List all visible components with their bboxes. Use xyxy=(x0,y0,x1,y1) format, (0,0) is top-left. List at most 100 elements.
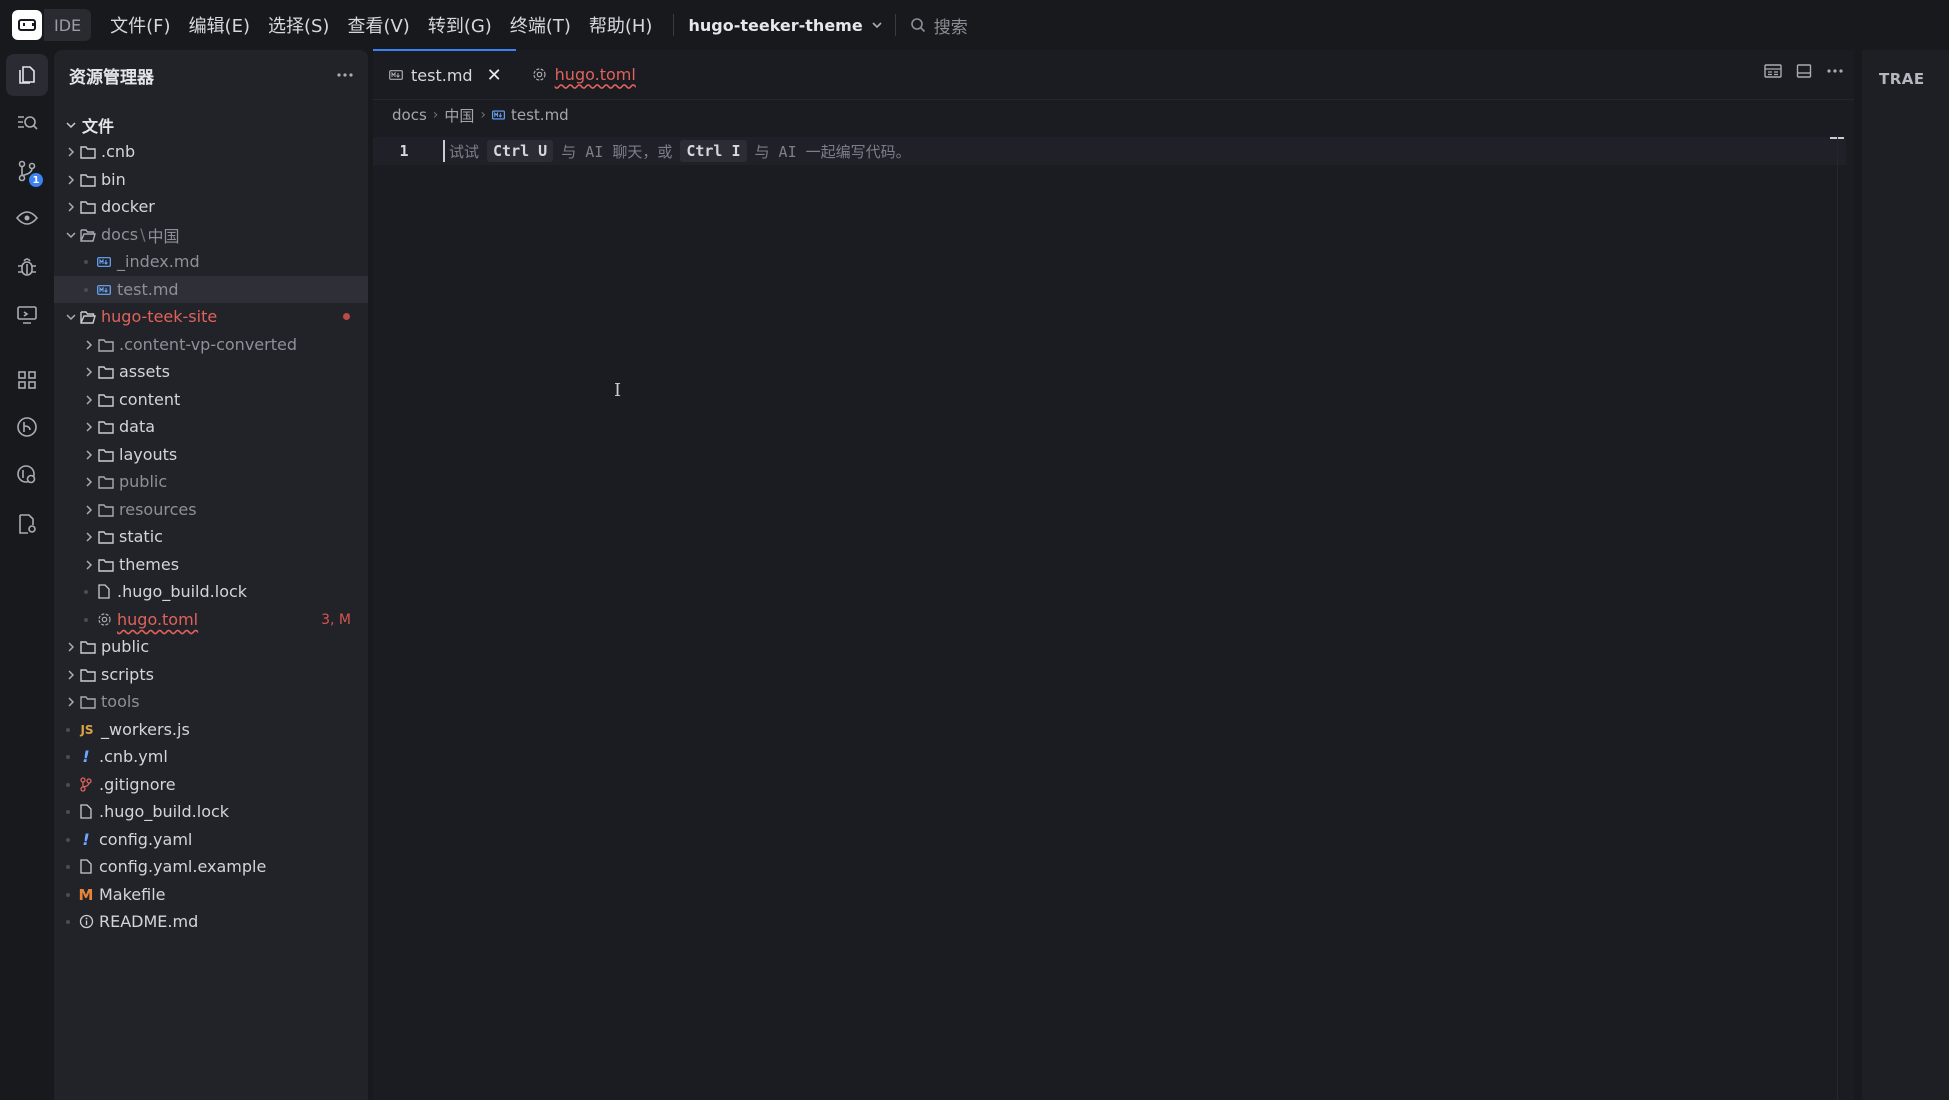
markdown-icon xyxy=(96,282,112,298)
extensions-icon[interactable] xyxy=(13,366,41,394)
remote-icon[interactable] xyxy=(13,301,41,329)
tree-folder[interactable]: assets xyxy=(54,358,368,385)
more-actions-icon[interactable] xyxy=(336,72,354,78)
menu-terminal[interactable]: 终端(T) xyxy=(501,0,580,50)
tree-folder[interactable]: public xyxy=(54,468,368,495)
menu-help[interactable]: 帮助(H) xyxy=(580,0,662,50)
folder-icon xyxy=(98,557,114,573)
ide-badge[interactable]: IDE xyxy=(44,9,92,41)
chevron-right-icon xyxy=(82,503,96,517)
project-switcher[interactable]: hugo-teeker-theme xyxy=(688,16,882,35)
tree-folder[interactable]: .content-vp-converted xyxy=(54,331,368,358)
chevron-down-icon xyxy=(64,118,78,132)
tree-item-label: .content-vp-converted xyxy=(119,335,297,354)
toggle-panel-icon[interactable] xyxy=(1796,63,1812,79)
tree-item-label: scripts xyxy=(101,665,154,684)
tree-file[interactable]: ! config.yaml xyxy=(54,826,368,853)
command-search[interactable]: 搜索 xyxy=(910,13,968,38)
folder-icon xyxy=(80,639,96,655)
hint-text: 与 AI 聊天，或 xyxy=(561,142,673,161)
scrollbar-track[interactable] xyxy=(1837,136,1838,1100)
tree-item-label: test.md xyxy=(117,280,179,299)
config-icon[interactable] xyxy=(13,510,41,538)
source-control-icon[interactable]: 1 xyxy=(13,157,43,187)
chevron-down-icon xyxy=(872,22,882,29)
tree-file-selected[interactable]: test.md xyxy=(54,276,368,303)
settings-search-icon[interactable] xyxy=(13,461,41,489)
panel-title[interactable]: TRAE xyxy=(1879,70,1925,88)
tree-file[interactable]: ! .cnb.yml xyxy=(54,743,368,770)
tree-file[interactable]: config.yaml.example xyxy=(54,853,368,880)
tab-hugo-toml[interactable]: hugo.toml xyxy=(516,49,650,99)
tree-folder[interactable]: themes xyxy=(54,551,368,578)
menu-edit[interactable]: 编辑(E) xyxy=(180,0,259,50)
editor-tab-bar: test.md ✕ hugo.toml xyxy=(373,49,1854,100)
close-icon[interactable]: ✕ xyxy=(487,65,502,86)
preview-icon[interactable] xyxy=(13,204,41,232)
tree-file[interactable]: _index.md xyxy=(54,248,368,275)
menu-view[interactable]: 查看(V) xyxy=(338,0,418,50)
tree-folder[interactable]: static xyxy=(54,523,368,550)
chevron-right-icon: › xyxy=(480,107,486,123)
activity-bar: 1 xyxy=(0,50,54,1100)
tree-file[interactable]: .hugo_build.lock xyxy=(54,798,368,825)
tree-item-label: hugo-teek-site xyxy=(101,307,218,326)
chevron-right-icon xyxy=(82,530,96,544)
tree-folder[interactable]: content xyxy=(54,386,368,413)
tree-item-label: docs xyxy=(101,225,139,244)
tree-folder-open[interactable]: docs \ 中国 xyxy=(54,221,368,248)
git-graph-icon[interactable] xyxy=(13,413,41,441)
tree-file[interactable]: JS _workers.js xyxy=(54,716,368,743)
tree-file[interactable]: .hugo_build.lock xyxy=(54,578,368,605)
breadcrumb-item[interactable]: test.md xyxy=(511,106,569,124)
tree-folder[interactable]: layouts xyxy=(54,441,368,468)
tree-folder[interactable]: data xyxy=(54,413,368,440)
folder-icon xyxy=(98,364,114,380)
tree-item-label: _workers.js xyxy=(101,720,190,739)
tree-item-label: layouts xyxy=(119,445,178,464)
tree-file[interactable]: .gitignore xyxy=(54,771,368,798)
explorer-icon[interactable] xyxy=(6,54,48,96)
chevron-right-icon xyxy=(82,338,96,352)
tree-folder[interactable]: resources xyxy=(54,496,368,523)
tree-item-label: public xyxy=(119,472,168,491)
hint-text: 试试 xyxy=(449,142,480,161)
tree-folder[interactable]: public xyxy=(54,633,368,660)
tree-root[interactable]: 文件 xyxy=(54,111,368,138)
more-actions-icon[interactable] xyxy=(1826,63,1844,79)
tree-item-label: static xyxy=(119,527,163,546)
tree-folder[interactable]: tools xyxy=(54,688,368,715)
menu-selection[interactable]: 选择(S) xyxy=(259,0,338,50)
tab-test-md[interactable]: test.md ✕ xyxy=(373,49,516,99)
debug-icon[interactable] xyxy=(13,253,41,281)
tree-file[interactable]: README.md xyxy=(54,908,368,935)
tree-folder[interactable]: scripts xyxy=(54,661,368,688)
title-bar: IDE 文件(F) 编辑(E) 选择(S) 查看(V) 转到(G) 终端(T) … xyxy=(0,0,1949,50)
menu-go[interactable]: 转到(G) xyxy=(419,0,501,50)
tree-folder-open[interactable]: hugo-teek-site xyxy=(54,303,368,330)
code-line[interactable]: 1 试试 Ctrl U 与 AI 聊天，或 Ctrl I 与 AI 一起编写代码… xyxy=(373,137,1846,165)
tree-folder[interactable]: docker xyxy=(54,193,368,220)
chevron-right-icon xyxy=(82,393,96,407)
yaml-icon: ! xyxy=(82,830,90,849)
tree-item-label: .cnb xyxy=(101,142,136,161)
folder-icon xyxy=(80,667,96,683)
split-preview-icon[interactable] xyxy=(1764,63,1782,79)
tree-folder[interactable]: .cnb xyxy=(54,138,368,165)
file-icon xyxy=(78,859,94,875)
chevron-right-icon xyxy=(64,640,78,654)
folder-open-icon xyxy=(80,309,96,325)
tree-file[interactable]: M Makefile xyxy=(54,881,368,908)
tree-file[interactable]: hugo.toml 3, M xyxy=(54,606,368,633)
menu-file[interactable]: 文件(F) xyxy=(101,0,179,50)
breadcrumb-item[interactable]: 中国 xyxy=(444,105,474,126)
explorer-sidebar: 资源管理器 文件 .cnb bin docker docs \ 中国 _inde… xyxy=(54,50,368,1100)
folder-icon xyxy=(98,392,114,408)
search-icon[interactable] xyxy=(13,109,41,137)
folder-icon xyxy=(98,474,114,490)
tree-folder[interactable]: bin xyxy=(54,166,368,193)
tree-item-label: config.yaml.example xyxy=(99,857,267,876)
markdown-icon xyxy=(96,254,112,270)
breadcrumb-item[interactable]: docs xyxy=(392,106,427,124)
app-logo[interactable] xyxy=(12,10,42,40)
